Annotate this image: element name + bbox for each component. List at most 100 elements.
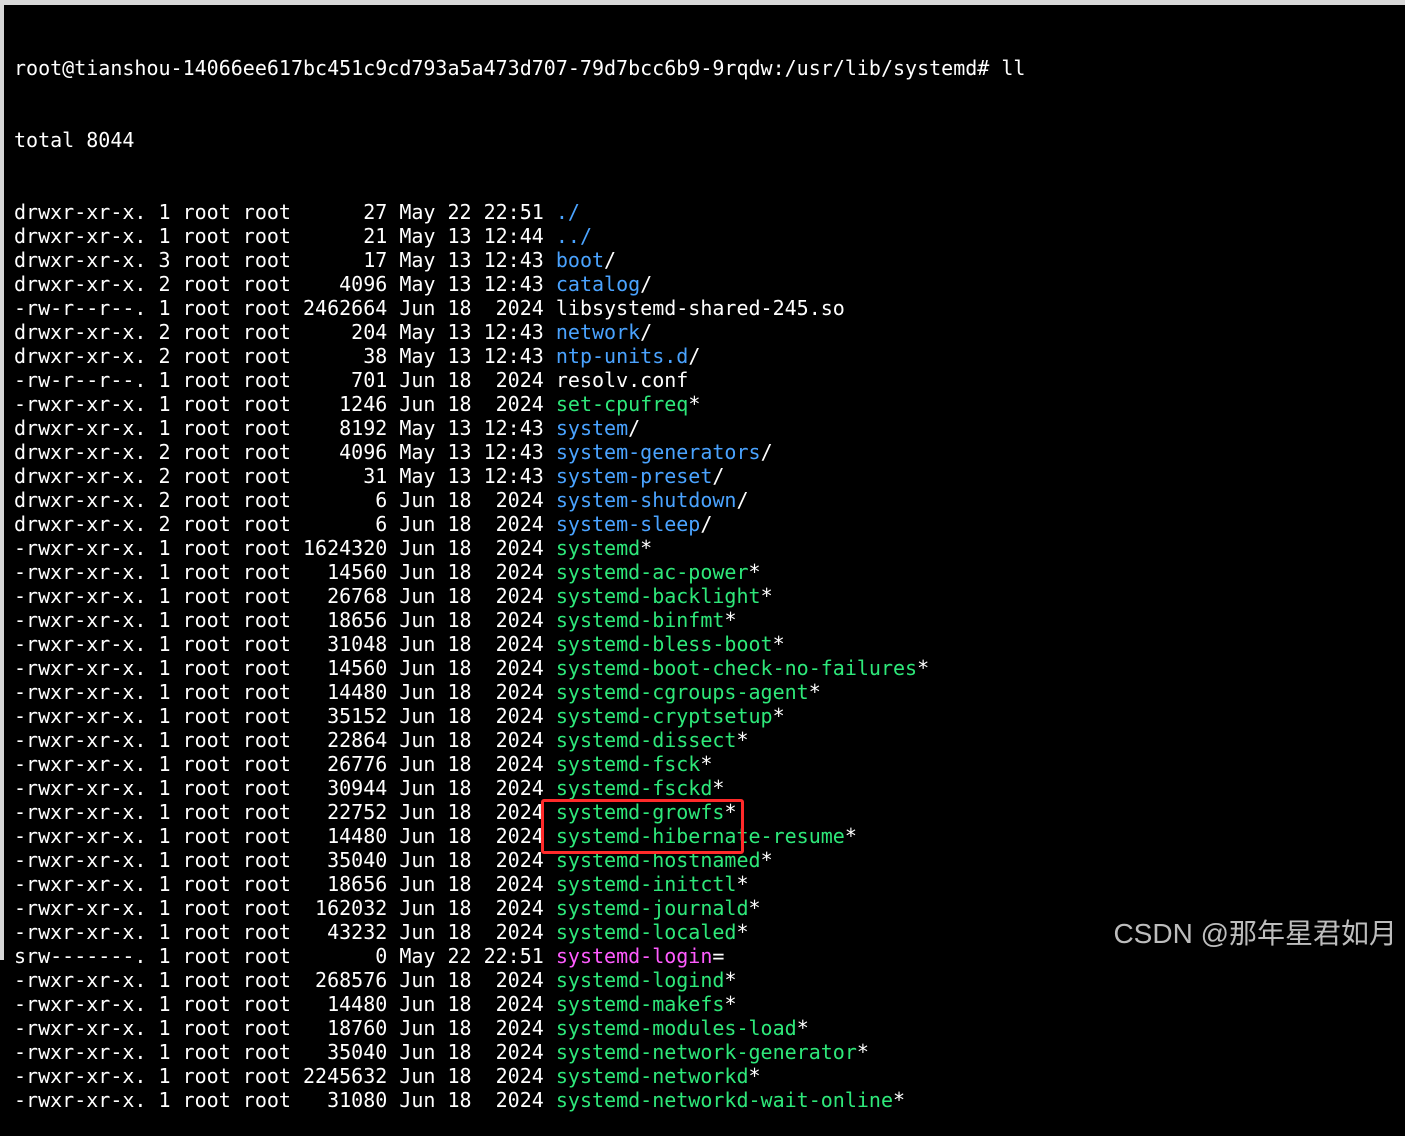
- listing-row: -rwxr-xr-x. 1 root root 31080 Jun 18 202…: [14, 1088, 1025, 1112]
- listing-row: drwxr-xr-x. 2 root root 6 Jun 18 2024 sy…: [14, 512, 1025, 536]
- listing-row: -rwxr-xr-x. 1 root root 26776 Jun 18 202…: [14, 752, 1025, 776]
- listing-row-metadata: -rwxr-xr-x. 1 root root 22864 Jun 18 202…: [14, 728, 556, 752]
- listing-row: -rwxr-xr-x. 1 root root 14560 Jun 18 202…: [14, 560, 1025, 584]
- listing-row: -rwxr-xr-x. 1 root root 14480 Jun 18 202…: [14, 824, 1025, 848]
- listing-row: drwxr-xr-x. 2 root root 4096 May 13 12:4…: [14, 440, 1025, 464]
- listing-row-filename: systemd-backlight: [555, 584, 761, 608]
- listing-row-type-suffix: *: [808, 680, 821, 704]
- listing-row: -rwxr-xr-x. 1 root root 18656 Jun 18 202…: [14, 608, 1025, 632]
- listing-row-filename: systemd-initctl: [555, 872, 737, 896]
- listing-row: -rw-r--r--. 1 root root 2462664 Jun 18 2…: [14, 296, 1025, 320]
- listing-row-filename: system: [555, 416, 629, 440]
- listing-row-filename: systemd-makefs: [555, 992, 725, 1016]
- listing-row-type-suffix: /: [640, 272, 653, 296]
- listing-row-metadata: drwxr-xr-x. 2 root root 4096 May 13 12:4…: [14, 440, 556, 464]
- listing-row-filename: systemd-modules-load: [555, 1016, 797, 1040]
- listing-row-metadata: -rwxr-xr-x. 1 root root 22752 Jun 18 202…: [14, 800, 556, 824]
- listing-row-filename: systemd-boot-check-no-failures: [555, 656, 918, 680]
- listing-row-type-suffix: *: [760, 848, 773, 872]
- listing-row-type-suffix: *: [893, 1088, 906, 1112]
- listing-row-filename: systemd-growfs: [555, 800, 725, 824]
- listing-row-type-suffix: /: [628, 416, 641, 440]
- listing-row: -rwxr-xr-x. 1 root root 35152 Jun 18 202…: [14, 704, 1025, 728]
- listing-row-metadata: -rwxr-xr-x. 1 root root 14560 Jun 18 202…: [14, 656, 556, 680]
- listing-row-type-suffix: *: [748, 560, 761, 584]
- listing-row-type-suffix: *: [748, 1064, 761, 1088]
- listing-row-metadata: -rwxr-xr-x. 1 root root 14480 Jun 18 202…: [14, 992, 556, 1016]
- listing-row-type-suffix: *: [772, 704, 785, 728]
- listing-row-filename: systemd: [555, 536, 641, 560]
- listing-row: -rwxr-xr-x. 1 root root 18760 Jun 18 202…: [14, 1016, 1025, 1040]
- listing-row-type-suffix: *: [772, 632, 785, 656]
- listing-row-metadata: -rwxr-xr-x. 1 root root 35152 Jun 18 202…: [14, 704, 556, 728]
- listing-row-type-suffix: *: [640, 536, 653, 560]
- listing-row: -rwxr-xr-x. 1 root root 14480 Jun 18 202…: [14, 680, 1025, 704]
- listing-row: drwxr-xr-x. 2 root root 4096 May 13 12:4…: [14, 272, 1025, 296]
- listing-row-filename: system-shutdown: [555, 488, 737, 512]
- listing-row-filename: ./: [555, 200, 580, 224]
- listing-row-metadata: -rwxr-xr-x. 1 root root 35040 Jun 18 202…: [14, 1040, 556, 1064]
- listing-row-metadata: drwxr-xr-x. 1 root root 21 May 13 12:44: [14, 224, 556, 248]
- listing-row-filename: systemd-cryptsetup: [555, 704, 773, 728]
- listing-row-filename: ntp-units.d: [555, 344, 689, 368]
- listing-row: -rwxr-xr-x. 1 root root 22864 Jun 18 202…: [14, 728, 1025, 752]
- listing-row-type-suffix: *: [724, 992, 737, 1016]
- listing-row-metadata: -rwxr-xr-x. 1 root root 26776 Jun 18 202…: [14, 752, 556, 776]
- command-prompt-line: root@tianshou-14066ee617bc451c9cd793a5a4…: [14, 56, 1026, 80]
- listing-row-type-suffix: *: [844, 824, 857, 848]
- listing-row-filename: libsystemd-shared-245.so: [555, 296, 845, 320]
- listing-row-type-suffix: *: [856, 1040, 869, 1064]
- listing-row-metadata: -rwxr-xr-x. 1 root root 43232 Jun 18 202…: [14, 920, 556, 944]
- listing-row-metadata: drwxr-xr-x. 2 root root 31 May 13 12:43: [14, 464, 556, 488]
- listing-row-metadata: drwxr-xr-x. 2 root root 6 Jun 18 2024: [14, 512, 556, 536]
- listing-row-metadata: -rwxr-xr-x. 1 root root 30944 Jun 18 202…: [14, 776, 556, 800]
- listing-row-type-suffix: /: [736, 488, 749, 512]
- terminal-output[interactable]: root@tianshou-14066ee617bc451c9cd793a5a4…: [14, 8, 1025, 1136]
- listing-row-filename: systemd-fsck: [555, 752, 701, 776]
- listing-row: -rwxr-xr-x. 1 root root 26768 Jun 18 202…: [14, 584, 1025, 608]
- listing-row-type-suffix: /: [604, 248, 617, 272]
- listing-row-metadata: -rwxr-xr-x. 1 root root 268576 Jun 18 20…: [14, 968, 556, 992]
- listing-row: -rwxr-xr-x. 1 root root 1246 Jun 18 2024…: [14, 392, 1025, 416]
- listing-row-metadata: drwxr-xr-x. 2 root root 38 May 13 12:43: [14, 344, 556, 368]
- listing-row: -rwxr-xr-x. 1 root root 35040 Jun 18 202…: [14, 1040, 1025, 1064]
- listing-row: drwxr-xr-x. 1 root root 21 May 13 12:44 …: [14, 224, 1025, 248]
- listing-row-filename: system-preset: [555, 464, 713, 488]
- listing-row-metadata: -rwxr-xr-x. 1 root root 2245632 Jun 18 2…: [14, 1064, 556, 1088]
- listing-row-filename: systemd-journald: [555, 896, 749, 920]
- listing-row-filename: systemd-hibernate-resume: [555, 824, 845, 848]
- listing-row-metadata: drwxr-xr-x. 2 root root 4096 May 13 12:4…: [14, 272, 556, 296]
- listing-row-filename: catalog: [555, 272, 641, 296]
- listing-row-type-suffix: /: [688, 344, 701, 368]
- listing-row-type-suffix: *: [724, 800, 737, 824]
- listing-row-filename: systemd-localed: [555, 920, 737, 944]
- listing-row-metadata: -rw-r--r--. 1 root root 701 Jun 18 2024: [14, 368, 556, 392]
- listing-row: -rwxr-xr-x. 1 root root 14480 Jun 18 202…: [14, 992, 1025, 1016]
- listing-row-filename: systemd-cgroups-agent: [555, 680, 809, 704]
- listing-row-metadata: drwxr-xr-x. 2 root root 204 May 13 12:43: [14, 320, 556, 344]
- listing-row-filename: systemd-ac-power: [555, 560, 749, 584]
- listing-row: drwxr-xr-x. 2 root root 31 May 13 12:43 …: [14, 464, 1025, 488]
- listing-row: -rwxr-xr-x. 1 root root 268576 Jun 18 20…: [14, 968, 1025, 992]
- listing-row-metadata: drwxr-xr-x. 3 root root 17 May 13 12:43: [14, 248, 556, 272]
- listing-row-type-suffix: *: [760, 584, 773, 608]
- listing-row-type-suffix: /: [700, 512, 713, 536]
- listing-row: -rwxr-xr-x. 1 root root 2245632 Jun 18 2…: [14, 1064, 1025, 1088]
- listing-row: drwxr-xr-x. 2 root root 6 Jun 18 2024 sy…: [14, 488, 1025, 512]
- listing-row-filename: set-cpufreq: [555, 392, 689, 416]
- listing-row-type-suffix: *: [796, 1016, 809, 1040]
- listing-row-type-suffix: *: [724, 608, 737, 632]
- listing-row-type-suffix: *: [700, 752, 713, 776]
- listing-row-metadata: drwxr-xr-x. 1 root root 27 May 22 22:51: [14, 200, 556, 224]
- listing-row-metadata: -rw-r--r--. 1 root root 2462664 Jun 18 2…: [14, 296, 556, 320]
- listing-row-type-suffix: /: [760, 440, 773, 464]
- listing-row: srw-------. 1 root root 0 May 22 22:51 s…: [14, 944, 1025, 968]
- listing-row: -rwxr-xr-x. 1 root root 30944 Jun 18 202…: [14, 776, 1025, 800]
- listing-row-type-suffix: *: [917, 656, 930, 680]
- listing-row-metadata: -rwxr-xr-x. 1 root root 35040 Jun 18 202…: [14, 848, 556, 872]
- listing-row-type-suffix: *: [724, 968, 737, 992]
- listing-row-metadata: -rwxr-xr-x. 1 root root 14480 Jun 18 202…: [14, 680, 556, 704]
- listing-row-filename: systemd-networkd: [555, 1064, 749, 1088]
- listing-row-filename: system-sleep: [555, 512, 701, 536]
- listing-row-metadata: -rwxr-xr-x. 1 root root 14480 Jun 18 202…: [14, 824, 556, 848]
